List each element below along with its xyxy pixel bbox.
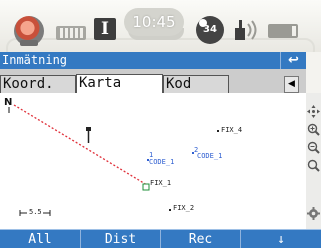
tab-karta[interactable]: Karta	[76, 74, 163, 93]
prism-icon[interactable]	[14, 16, 44, 46]
radio-icon[interactable]	[232, 18, 260, 42]
clock: 10:45	[124, 8, 184, 36]
scale-label: 5.5	[29, 208, 42, 216]
point-fix-2[interactable]	[169, 209, 171, 211]
zoom-out-icon[interactable]	[307, 139, 320, 154]
text-mode-icon[interactable]: I	[94, 18, 116, 40]
tab-scroll-left-button[interactable]: ◀	[284, 76, 299, 93]
point-fix-4[interactable]	[217, 130, 219, 132]
north-label: N	[4, 97, 13, 108]
dist-button[interactable]: Dist	[80, 230, 160, 248]
status-bar-decoration	[6, 38, 315, 52]
pan-icon[interactable]	[307, 103, 320, 118]
survey-line	[13, 104, 148, 186]
point-fix-1[interactable]	[142, 183, 150, 191]
page-title: Inmätning	[2, 53, 68, 67]
map-toolbar	[306, 93, 321, 229]
label-fix-4: FIX_4	[221, 126, 243, 134]
map-view[interactable]: N FIX_4 1 CODE_1 2 CODE_1 FIX_1 FIX_2 5.…	[0, 93, 306, 229]
station-icon[interactable]	[86, 127, 91, 143]
gnss-icon[interactable]: 34	[196, 16, 224, 44]
gnss-label: 34	[203, 24, 217, 35]
title-bar: Inmätning ↩	[0, 52, 306, 69]
label-point-1-code: CODE_1	[149, 158, 175, 166]
label-fix-1: FIX_1	[150, 179, 172, 187]
settings-icon[interactable]	[307, 205, 320, 220]
softkey-bar: All Dist Rec ↓	[0, 229, 321, 248]
label-fix-2: FIX_2	[173, 204, 195, 212]
zoom-in-icon[interactable]	[307, 121, 320, 136]
rec-button[interactable]: Rec	[160, 230, 240, 248]
status-bar: I 10:45 34	[0, 0, 321, 52]
battery-icon[interactable]	[268, 24, 298, 38]
tab-kod[interactable]: Kod	[163, 75, 229, 93]
page-down-button[interactable]: ↓	[240, 230, 321, 248]
zoom-extents-icon[interactable]	[307, 157, 320, 172]
keyboard-icon[interactable]	[56, 26, 86, 40]
all-button[interactable]: All	[0, 230, 80, 248]
tab-bar: Koord. Karta Kod ◀	[0, 69, 306, 93]
back-button[interactable]: ↩	[280, 52, 306, 69]
tab-koord[interactable]: Koord.	[0, 75, 76, 93]
label-point-2-code: CODE_1	[197, 152, 223, 160]
